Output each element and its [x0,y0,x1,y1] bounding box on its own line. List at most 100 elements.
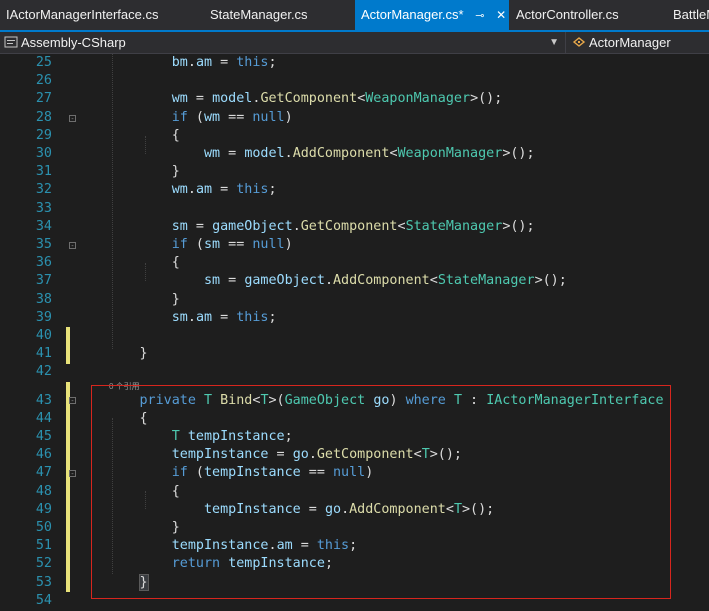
code-text[interactable]: wm = model.GetComponent<WeaponManager>()… [75,90,503,108]
code-token: GetComponent [260,91,358,107]
code-text[interactable]: bm.am = this; [75,54,277,72]
code-token: } [75,164,180,180]
chevron-down-icon: ▼ [549,37,559,48]
code-text[interactable]: } [75,163,180,181]
class-name: ActorManager [589,35,671,50]
code-token: . [187,55,196,70]
code-line[interactable]: 35 if (sm == null) [0,236,709,254]
code-text[interactable]: if (sm == null) [75,236,293,254]
project-name: Assembly-CSharp [21,35,126,50]
code-text[interactable]: if (wm == null) [75,109,293,127]
code-line[interactable]: 32 wm.am = this; [0,181,709,199]
code-editor[interactable]: - - - - 0 个引用 25 bm.am = this; 26 27 wm = … [0,54,709,611]
code-text[interactable]: wm.am = this; [75,181,277,199]
code-token: ) [284,109,293,125]
line-number: 28 [35,109,52,125]
code-token: wm [171,91,188,107]
code-token: ) [284,237,293,252]
code-token: >(); [534,273,567,289]
code-line[interactable]: 29 { [0,127,709,145]
line-number: 27 [35,91,52,107]
code-token: gameObject [244,273,325,289]
navigation-bar: Assembly-CSharp ▼ ActorManager [0,32,709,54]
code-text[interactable]: sm = gameObject.AddComponent<StateManage… [75,272,567,290]
code-text[interactable]: { [75,254,180,272]
code-text[interactable]: sm.am = this; [75,309,277,327]
code-token: WeaponManager [397,146,503,161]
code-token: if [171,237,188,252]
code-text[interactable]: wm = model.AddComponent<WeaponManager>()… [75,145,535,163]
code-line[interactable]: 30 wm = model.AddComponent<WeaponManager… [0,145,709,163]
code-token: sm [204,237,221,252]
code-line[interactable]: 40 [0,327,709,345]
code-token: . [187,309,196,325]
code-text[interactable]: { [75,127,180,145]
code-line[interactable]: 41 } [0,345,709,363]
code-line[interactable]: 25 bm.am = this; [0,54,709,72]
tab-label: StateManager.cs [210,7,308,22]
code-token: sm [204,273,221,289]
pin-icon[interactable]: ⊸ [475,10,484,22]
line-number: 51 [35,538,52,554]
code-token: am [195,309,213,325]
line-number: 46 [35,447,52,463]
code-text[interactable]: } [75,291,180,309]
code-text[interactable]: sm = gameObject.GetComponent<StateManage… [75,218,535,236]
code-line[interactable]: 42 [0,363,709,381]
code-line[interactable]: 28 if (wm == null) [0,109,709,127]
tab-actormanager[interactable]: ActorManager.cs* ⊸ ✕ [355,0,509,30]
code-token: . [284,146,293,161]
code-token: ( [187,109,204,125]
code-text[interactable]: } [75,345,147,363]
code-token: < [429,273,438,289]
line-number: 50 [35,520,52,535]
code-line[interactable]: 34 sm = gameObject.GetComponent<StateMan… [0,218,709,236]
code-token: { [75,255,180,271]
code-line[interactable]: 33 [0,200,709,218]
code-token: } [75,291,180,307]
code-token: . [324,273,333,289]
tab-battlemanager[interactable]: BattleM [667,0,709,30]
code-line[interactable]: 39 sm.am = this; [0,309,709,327]
tab-iactormanagerinterface[interactable]: IActorManagerInterface.cs [0,0,202,30]
code-token: . [187,182,196,198]
code-token: = [220,273,245,289]
code-line[interactable]: 27 wm = model.GetComponent<WeaponManager… [0,90,709,108]
code-line[interactable]: 31 } [0,163,709,181]
highlight-box [91,385,671,599]
code-token: model [212,91,253,107]
code-line[interactable]: 37 sm = gameObject.AddComponent<StateMan… [0,272,709,290]
code-token: = [220,146,245,161]
code-token: ; [268,309,277,325]
code-token: sm [171,218,188,234]
document-tab-strip: IActorManagerInterface.cs StateManager.c… [0,0,709,32]
code-token: StateManager [437,273,535,289]
code-token: sm [171,309,188,325]
code-token: wm [171,182,188,198]
line-number: 35 [35,237,52,252]
tab-actorcontroller[interactable]: ActorController.cs [510,0,666,30]
line-number: 39 [35,309,52,325]
code-token: wm [204,109,221,125]
code-token: StateManager [405,218,503,234]
code-token: == [220,109,253,125]
code-line[interactable]: 26 [0,72,709,90]
line-number: 45 [35,429,52,444]
code-token: < [397,218,406,234]
line-number: 30 [35,146,52,161]
line-number: 52 [35,556,52,572]
project-dropdown[interactable]: Assembly-CSharp ▼ [0,32,566,53]
code-token: null [252,109,285,125]
code-token: = [212,55,237,70]
code-line[interactable]: 36 { [0,254,709,272]
class-dropdown[interactable]: ActorManager [567,32,709,53]
code-line[interactable]: 38 } [0,291,709,309]
line-number: 34 [35,218,52,234]
code-token: ; [268,182,277,198]
tab-statemanager[interactable]: StateManager.cs [204,0,354,30]
close-icon[interactable]: ✕ [496,8,506,22]
code-token: AddComponent [333,273,430,289]
line-number: 33 [35,200,52,216]
